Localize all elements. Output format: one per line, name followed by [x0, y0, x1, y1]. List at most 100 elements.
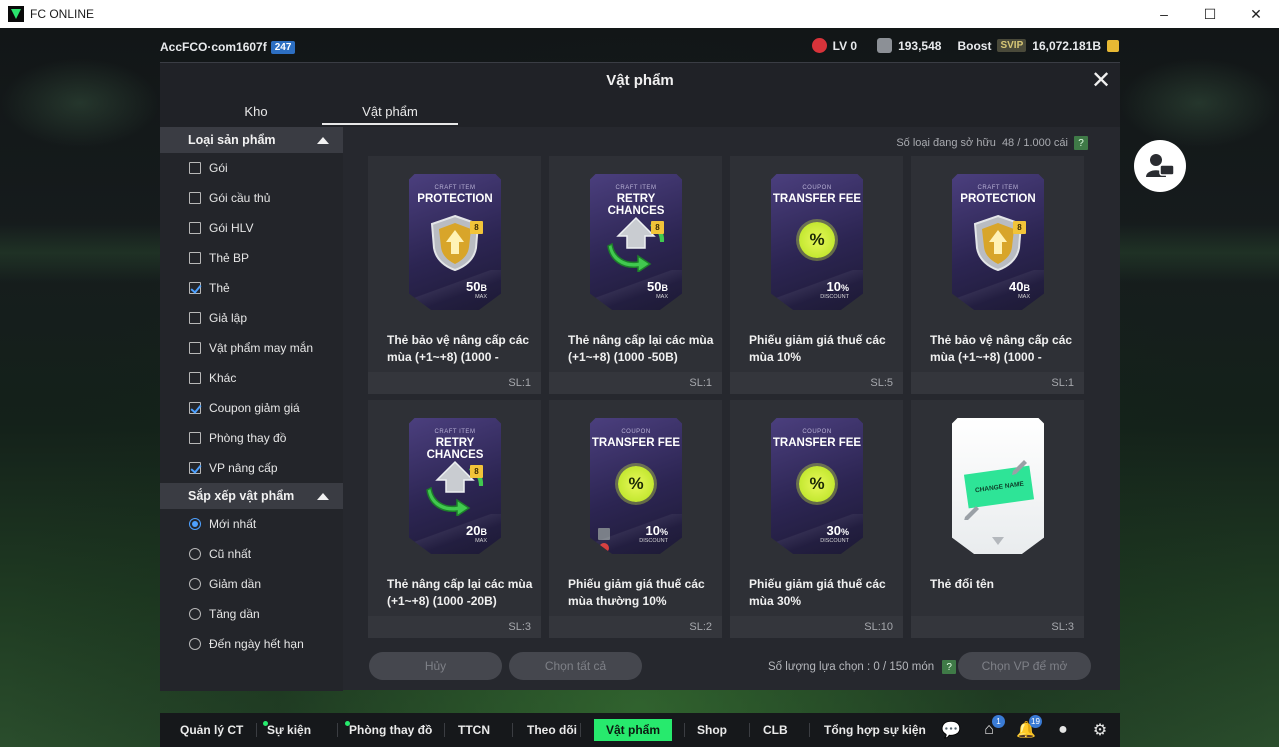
nav-item[interactable]: Shop — [697, 713, 727, 747]
item-card[interactable]: CHANGE NAME Thẻ đổi tên SL:3 — [911, 400, 1084, 638]
checkbox[interactable] — [189, 192, 201, 204]
item-card-art: CRAFT ITEMRETRY CHANCES820BMAX — [409, 418, 501, 554]
close-icon[interactable]: ✕ — [1088, 67, 1114, 94]
owned-count: Số loại đang sở hữu 48 / 1.000 cái ? — [896, 136, 1088, 150]
nav-item[interactable]: Theo dõi — [527, 713, 577, 747]
help-icon[interactable]: ? — [942, 660, 957, 674]
minimize-button[interactable]: – — [1141, 0, 1187, 28]
radio-button[interactable] — [189, 638, 201, 650]
checkbox[interactable] — [189, 342, 201, 354]
checkbox[interactable] — [189, 462, 201, 474]
bell-icon[interactable]: 🔔 19 — [1016, 715, 1042, 740]
filter-option-label: Thẻ — [209, 281, 230, 295]
item-card-art: CRAFT ITEMPROTECTION850BMAX — [409, 174, 501, 310]
radio-button[interactable] — [189, 578, 201, 590]
item-card-title: PROTECTION — [960, 193, 1036, 205]
item-category: COUPON — [621, 429, 651, 435]
sort-option[interactable]: Tăng dần — [160, 599, 343, 629]
sort-option[interactable]: Đến ngày hết hạn — [160, 629, 343, 659]
close-window-button[interactable]: ✕ — [1233, 0, 1279, 28]
nav-item[interactable]: Tổng hợp sự kiện — [824, 713, 926, 747]
filter-option[interactable]: Gói HLV — [160, 213, 343, 243]
checkbox[interactable] — [189, 372, 201, 384]
collapse-triangle-icon — [317, 492, 329, 500]
select-all-button[interactable]: Chọn tất cả — [509, 652, 642, 680]
filter-option-label: Gói cầu thủ — [209, 191, 271, 205]
radio-button[interactable] — [189, 518, 201, 530]
filter-option[interactable]: VP nâng cấp — [160, 453, 343, 483]
item-card[interactable]: COUPONTRANSFER FEE%30%DISCOUNTPhiếu giảm… — [730, 400, 903, 638]
filter-option[interactable]: Vật phẩm may mắn — [160, 333, 343, 363]
checkbox[interactable] — [189, 402, 201, 414]
sort-option-label: Cũ nhất — [209, 547, 252, 561]
radio-button[interactable] — [189, 608, 201, 620]
profile-icon[interactable]: ● — [1053, 720, 1073, 740]
level-value: LV 0 — [832, 38, 858, 53]
item-card[interactable]: COUPONTRANSFER FEE%10%DISCOUNTPhiếu giảm… — [730, 156, 903, 394]
checkbox[interactable] — [189, 162, 201, 174]
sort-option[interactable]: Giảm dần — [160, 569, 343, 599]
level-icon — [811, 38, 827, 53]
currency1-value: 193,548 — [898, 38, 942, 53]
tab-vat-pham[interactable]: Vật phẩm — [322, 104, 458, 125]
nav-item[interactable]: Vật phẩm — [594, 719, 673, 741]
item-name: Thẻ nâng cấp lại các mùa (+1~+8) (1000 -… — [568, 333, 714, 364]
radio-button[interactable] — [189, 548, 201, 560]
item-card[interactable]: CRAFT ITEMPROTECTION850BMAX Thẻ bảo vệ nâ… — [368, 156, 541, 394]
item-card[interactable]: CRAFT ITEMRETRY CHANCES850BMAX Thẻ nâng c… — [549, 156, 722, 394]
nav-item[interactable]: Quản lý CT — [180, 713, 243, 747]
sort-option[interactable]: Cũ nhất — [160, 539, 343, 569]
cancel-button[interactable]: Hủy — [369, 652, 502, 680]
checkbox[interactable] — [189, 432, 201, 444]
settings-icon[interactable]: ⚙ — [1090, 720, 1110, 740]
item-card-title: TRANSFER FEE — [772, 193, 862, 205]
filter-option[interactable]: Thẻ — [160, 273, 343, 303]
item-name: Thẻ bảo vệ nâng cấp các mùa (+1~+8) (100… — [387, 333, 530, 364]
sort-filter-header[interactable]: Sắp xếp vật phẩm — [160, 483, 343, 509]
owned-label: Số loại đang sở hữu — [896, 137, 996, 149]
choose-item-open-button[interactable]: Chọn VP để mở — [958, 652, 1091, 680]
item-card[interactable]: COUPONTRANSFER FEE%10%DISCOUNTPhiếu giảm… — [549, 400, 722, 638]
item-card[interactable]: CRAFT ITEMPROTECTION840BMAXThẻ bảo vệ nâ… — [911, 156, 1084, 394]
pencil-icon — [964, 506, 979, 520]
friends-float-button[interactable] — [1134, 140, 1186, 192]
bp-coin-icon — [1107, 39, 1119, 52]
svip-badge: SVIP — [997, 39, 1027, 52]
checkbox[interactable] — [189, 222, 201, 234]
item-quantity: SL:1 — [911, 372, 1084, 394]
checkbox[interactable] — [189, 312, 201, 324]
help-icon[interactable]: ? — [1074, 136, 1088, 150]
nav-item[interactable]: Phòng thay đồ — [345, 713, 432, 747]
shield-currency-icon — [877, 38, 893, 53]
chat-icon[interactable]: 💬 — [941, 720, 961, 740]
maximize-button[interactable]: ☐ — [1187, 0, 1233, 28]
currency2-value: 16,072.181B — [1032, 38, 1101, 53]
item-quantity: SL:5 — [730, 372, 903, 394]
window-title: FC ONLINE — [30, 7, 95, 21]
filter-option[interactable]: Gói — [160, 153, 343, 183]
filter-option[interactable]: Khác — [160, 363, 343, 393]
nav-item[interactable]: TTCN — [458, 713, 490, 747]
sort-option[interactable]: Mới nhất — [160, 509, 343, 539]
item-name: Phiếu giảm giá thuế các mùa 10% — [749, 333, 886, 364]
items-modal: Vật phẩm ✕ Kho Vật phẩm Loại sản phẩm Gó… — [160, 62, 1120, 691]
item-card[interactable]: CRAFT ITEMRETRY CHANCES820BMAX Thẻ nâng c… — [368, 400, 541, 638]
bottom-navigation: Quản lý CT Sự kiện Phòng thay đồ TTCN Theo d… — [160, 713, 1120, 747]
filter-option[interactable]: Coupon giảm giá — [160, 393, 343, 423]
filter-option[interactable]: Giả lập — [160, 303, 343, 333]
type-filter-header[interactable]: Loại sản phẩm — [160, 127, 343, 153]
item-category: COUPON — [802, 429, 832, 435]
tab-kho[interactable]: Kho — [188, 104, 324, 119]
home-icon[interactable]: ⌂ 1 — [979, 715, 1005, 740]
filter-option[interactable]: Thẻ BP — [160, 243, 343, 273]
modal-header: Vật phẩm ✕ — [160, 63, 1120, 97]
item-category: CRAFT ITEM — [977, 185, 1019, 191]
new-dot-icon — [263, 721, 268, 726]
checkbox[interactable] — [189, 252, 201, 264]
filter-option[interactable]: Gói cầu thủ — [160, 183, 343, 213]
nav-item[interactable]: Sự kiện — [263, 713, 311, 747]
checkbox[interactable] — [189, 282, 201, 294]
nav-item[interactable]: CLB — [763, 713, 788, 747]
type-filter-list: Gói Gói cầu thủ Gói HLV Thẻ BP Thẻ Giả lập Vật… — [160, 153, 343, 483]
filter-option[interactable]: Phòng thay đồ — [160, 423, 343, 453]
